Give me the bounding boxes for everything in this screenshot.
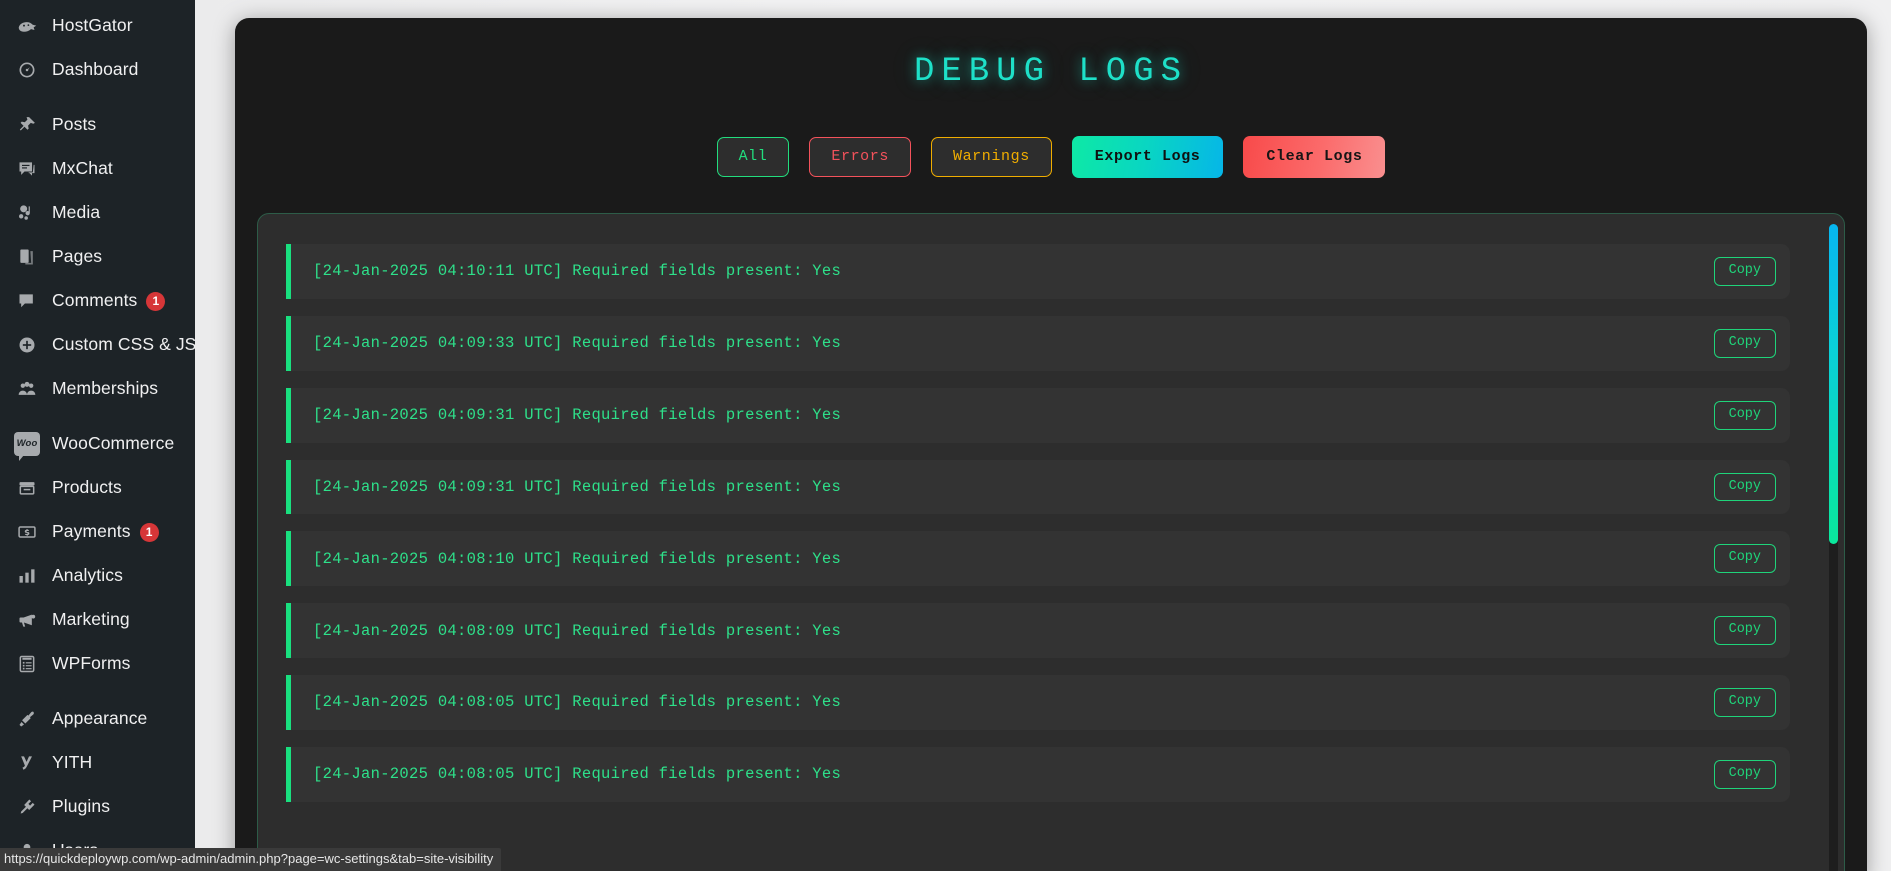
sidebar-item-label: WPForms xyxy=(52,653,131,674)
log-entry-text: [24-Jan-2025 04:09:31 UTC] Required fiel… xyxy=(313,406,842,425)
sidebar-item-label: Products xyxy=(52,477,122,498)
dashboard-icon xyxy=(12,60,42,80)
sidebar-item-products[interactable]: Products xyxy=(0,466,195,510)
sidebar-item-marketing[interactable]: Marketing xyxy=(0,598,195,642)
sidebar-item-memberships[interactable]: Memberships xyxy=(0,367,195,411)
log-list: [24-Jan-2025 04:10:11 UTC] Required fiel… xyxy=(286,244,1826,802)
log-scrollbar-thumb[interactable] xyxy=(1829,224,1838,544)
debug-logs-panel: DEBUG LOGS All Errors Warnings Export Lo… xyxy=(235,18,1867,871)
log-entry: [24-Jan-2025 04:08:05 UTC] Required fiel… xyxy=(286,746,1790,802)
forms-icon xyxy=(12,654,42,674)
sidebar-item-label: MxChat xyxy=(52,158,113,179)
log-entry: [24-Jan-2025 04:09:31 UTC] Required fiel… xyxy=(286,387,1790,443)
megaphone-icon xyxy=(12,610,42,630)
log-scrollbar-track[interactable] xyxy=(1829,224,1838,871)
sidebar-item-label: Pages xyxy=(52,246,103,267)
chart-bar-icon xyxy=(12,566,42,586)
sidebar-item-wpforms[interactable]: WPForms xyxy=(0,642,195,686)
admin-sidebar: HostGator Dashboard Posts MxChat Media Pages C… xyxy=(0,0,195,871)
copy-log-button[interactable]: Copy xyxy=(1713,400,1776,430)
export-logs-button[interactable]: Export Logs xyxy=(1071,136,1224,178)
sidebar-item-badge: 1 xyxy=(146,291,166,311)
sidebar-item-woocommerce[interactable]: Woo WooCommerce xyxy=(0,422,195,466)
sidebar-item-label: Analytics xyxy=(52,565,123,586)
sidebar-item-custom-css-js[interactable]: Custom CSS & JS xyxy=(0,323,195,367)
comment-icon xyxy=(12,291,42,311)
copy-log-button[interactable]: Copy xyxy=(1713,544,1776,574)
copy-log-button[interactable]: Copy xyxy=(1713,616,1776,646)
media-icon xyxy=(12,203,42,223)
log-entry: [24-Jan-2025 04:08:05 UTC] Required fiel… xyxy=(286,675,1790,730)
woo-icon: Woo xyxy=(12,432,42,461)
copy-log-button[interactable]: Copy xyxy=(1713,688,1776,717)
sidebar-item-comments[interactable]: Comments 1 xyxy=(0,279,195,323)
log-entry: [24-Jan-2025 04:09:33 UTC] Required fiel… xyxy=(286,315,1790,371)
sidebar-item-yith[interactable]: YITH xyxy=(0,741,195,785)
sidebar-item-label: Payments xyxy=(52,521,131,542)
copy-log-button[interactable]: Copy xyxy=(1713,328,1776,358)
sidebar-item-label: Memberships xyxy=(52,378,159,399)
sidebar-item-label: Custom CSS & JS xyxy=(52,334,195,355)
log-entry-text: [24-Jan-2025 04:08:10 UTC] Required fiel… xyxy=(313,549,842,568)
browser-status-bar: https://quickdeploywp.com/wp-admin/admin… xyxy=(0,847,502,871)
chat-icon xyxy=(12,159,42,179)
log-entry: [24-Jan-2025 04:09:31 UTC] Required fiel… xyxy=(286,459,1790,515)
sidebar-item-label: WooCommerce xyxy=(52,433,175,454)
sidebar-item-label: Appearance xyxy=(52,708,148,729)
copy-log-button[interactable]: Copy xyxy=(1713,472,1776,502)
log-entry-text: [24-Jan-2025 04:08:09 UTC] Required fiel… xyxy=(313,621,842,640)
page-title: DEBUG LOGS xyxy=(913,53,1189,91)
sidebar-item-label: Media xyxy=(52,202,101,223)
sidebar-item-label: Marketing xyxy=(52,609,130,630)
log-entry-text: [24-Jan-2025 04:09:31 UTC] Required fiel… xyxy=(313,477,842,496)
sidebar-item-dashboard[interactable]: Dashboard xyxy=(0,48,195,92)
sidebar-item-posts[interactable]: Posts xyxy=(0,103,195,147)
gator-icon xyxy=(12,16,42,37)
log-entry-text: [24-Jan-2025 04:08:05 UTC] Required fiel… xyxy=(313,693,842,712)
log-entry-text: [24-Jan-2025 04:08:05 UTC] Required fiel… xyxy=(313,765,842,784)
filter-errors-button[interactable]: Errors xyxy=(809,137,911,177)
sidebar-item-analytics[interactable]: Analytics xyxy=(0,554,195,598)
sidebar-item-pages[interactable]: Pages xyxy=(0,235,195,279)
sidebar-item-hostgator[interactable]: HostGator xyxy=(0,4,195,48)
sidebar-item-payments[interactable]: Payments 1 xyxy=(0,510,195,554)
clear-logs-button[interactable]: Clear Logs xyxy=(1243,136,1386,178)
log-entry: [24-Jan-2025 04:10:11 UTC] Required fiel… xyxy=(286,244,1790,299)
groups-icon xyxy=(12,379,42,399)
log-entry: [24-Jan-2025 04:08:10 UTC] Required fiel… xyxy=(286,531,1790,587)
plug-icon xyxy=(12,797,42,817)
sidebar-item-label: Comments xyxy=(52,290,138,311)
plus-circle-icon xyxy=(12,335,42,355)
sidebar-item-media[interactable]: Media xyxy=(0,191,195,235)
sidebar-item-label: Plugins xyxy=(52,796,111,817)
copy-log-button[interactable]: Copy xyxy=(1713,257,1776,286)
sidebar-item-label: Posts xyxy=(52,114,97,135)
log-entry-text: [24-Jan-2025 04:10:11 UTC] Required fiel… xyxy=(313,262,842,281)
admin-screen: HostGator Dashboard Posts MxChat Media Pages C… xyxy=(0,0,1891,871)
pin-icon xyxy=(12,115,42,135)
sidebar-item-label: Dashboard xyxy=(52,59,139,80)
products-icon xyxy=(12,478,42,498)
filter-warnings-button[interactable]: Warnings xyxy=(930,137,1052,177)
sidebar-item-label: HostGator xyxy=(52,15,133,36)
log-list-container: [24-Jan-2025 04:10:11 UTC] Required fiel… xyxy=(257,213,1845,871)
log-entry-text: [24-Jan-2025 04:09:33 UTC] Required fiel… xyxy=(313,334,842,353)
logs-toolbar: All Errors Warnings Export Logs Clear Lo… xyxy=(235,136,1867,178)
money-icon xyxy=(12,522,42,542)
filter-all-button[interactable]: All xyxy=(716,137,790,177)
sidebar-item-appearance[interactable]: Appearance xyxy=(0,697,195,741)
sidebar-item-label: YITH xyxy=(52,752,93,773)
brush-icon xyxy=(12,709,42,729)
sidebar-item-badge: 1 xyxy=(139,522,159,542)
copy-log-button[interactable]: Copy xyxy=(1713,759,1776,789)
woo-icon: Woo xyxy=(14,432,40,461)
log-entry: [24-Jan-2025 04:08:09 UTC] Required fiel… xyxy=(286,603,1790,659)
pages-icon xyxy=(12,247,42,267)
yith-icon xyxy=(12,753,42,773)
sidebar-item-plugins[interactable]: Plugins xyxy=(0,785,195,829)
content-area: DEBUG LOGS All Errors Warnings Export Lo… xyxy=(195,0,1891,871)
sidebar-item-mxchat[interactable]: MxChat xyxy=(0,147,195,191)
